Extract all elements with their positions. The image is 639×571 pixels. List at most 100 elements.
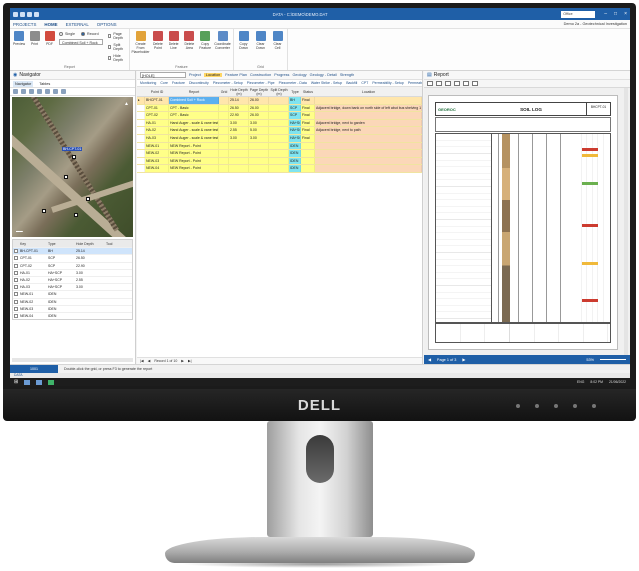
monitor-button[interactable] [554, 404, 558, 408]
hole-depth-cell[interactable]: 3.00 [229, 134, 249, 142]
status-cell[interactable] [301, 142, 315, 150]
status-cell[interactable]: Final [301, 112, 315, 119]
data-app-icon[interactable] [48, 379, 55, 385]
hole-depth-cell[interactable] [229, 157, 249, 165]
single-page-icon[interactable] [463, 81, 469, 86]
delete-line-button[interactable]: Delete Line [168, 31, 180, 50]
location-cell[interactable] [315, 157, 422, 165]
layers-icon[interactable] [53, 89, 58, 94]
point-id-cell[interactable]: NEW-01 [145, 142, 169, 150]
report-cell[interactable]: Hand Auger - scale & vane test [169, 119, 219, 127]
split-depth-cell[interactable] [269, 112, 289, 119]
split-depth-cell[interactable] [269, 165, 289, 172]
tab-projects[interactable]: PROJECTS [13, 22, 36, 27]
grid-row[interactable]: HA-02 Hand Auger - scale & vane test 2.55 5… [137, 127, 422, 135]
grid-subtab[interactable]: Permeability - Setup [372, 81, 404, 85]
grid-tab[interactable]: Construction [250, 73, 271, 77]
tab-data[interactable]: DATA [14, 373, 23, 377]
hole-depth-cell[interactable] [229, 150, 249, 157]
type-cell[interactable]: IDEN [289, 157, 301, 165]
multi-page-icon[interactable] [472, 81, 478, 86]
grid-subtab[interactable]: Piezometer - Pipe [247, 81, 275, 85]
location-cell[interactable] [315, 97, 422, 104]
grid-cell[interactable] [219, 142, 229, 150]
search-icon[interactable] [445, 81, 451, 86]
tab-tables[interactable]: Tables [39, 82, 50, 86]
row-checkbox[interactable] [14, 306, 18, 311]
type-cell[interactable]: IDEN [289, 150, 301, 157]
status-cell[interactable] [301, 165, 315, 172]
location-cell[interactable]: Adjacent bridge, down bank on north side… [315, 104, 422, 112]
status-cell[interactable] [301, 150, 315, 157]
split-depth-cell[interactable] [269, 119, 289, 127]
point-table-row[interactable]: HA-02 HA+SCP 2.55 [13, 275, 132, 283]
split-depth-cell[interactable] [269, 142, 289, 150]
page-depth-cell[interactable]: 5.00 [249, 127, 269, 134]
report-type-select[interactable]: Combined Soil + Rock [59, 39, 103, 45]
undo-icon[interactable] [27, 11, 32, 17]
prev-record-button[interactable]: ◀ [148, 359, 151, 363]
row-checkbox[interactable] [14, 270, 18, 275]
zoom-out-icon[interactable] [21, 89, 26, 94]
hole-depth-cell[interactable]: 22.90 [229, 112, 249, 119]
report-viewer[interactable]: GEOROC SOIL LOG BHCPT-01 [424, 88, 630, 355]
type-cell[interactable]: SCP [289, 112, 301, 119]
location-cell[interactable] [315, 134, 422, 142]
report-cell[interactable]: CPT - Basic [169, 104, 219, 112]
point-id-cell[interactable]: HA-02 [145, 127, 169, 134]
grid-row[interactable]: NEW-04 NEW Report - Point IDEN [137, 165, 422, 173]
report-cell[interactable]: CPT - Basic [169, 112, 219, 119]
row-indicator[interactable] [137, 134, 145, 142]
row-indicator[interactable] [137, 112, 145, 119]
hole-depth-cell[interactable]: 2.55 [229, 127, 249, 134]
maximize-button[interactable]: □ [614, 11, 617, 17]
page-depth-cell[interactable]: 26.00 [249, 112, 269, 119]
split-depth-cell[interactable] [269, 134, 289, 142]
row-indicator[interactable] [137, 142, 145, 150]
point-id-cell[interactable]: CPT-02 [145, 112, 169, 119]
next-record-button[interactable]: ▶ [181, 359, 184, 363]
first-page-icon[interactable] [454, 81, 460, 86]
zoom-in-icon[interactable] [13, 89, 18, 94]
type-cell[interactable]: HA+SCP [289, 134, 301, 142]
status-cell[interactable] [301, 157, 315, 165]
report-cell[interactable]: Hand Auger - scale & vane test [169, 134, 219, 142]
type-cell[interactable]: IDEN [289, 142, 301, 150]
grid-tab[interactable]: Progress [274, 73, 289, 77]
delete-area-button[interactable]: Delete Area [184, 31, 196, 50]
table-select[interactable]: [HOLE] [140, 72, 186, 78]
row-indicator[interactable] [137, 104, 145, 112]
grid-tab[interactable]: Feature Plan [225, 73, 247, 77]
report-cell[interactable]: Hand Auger - scale & vane test [169, 127, 219, 134]
minimize-button[interactable]: – [604, 11, 607, 17]
grid-cell[interactable] [219, 134, 229, 142]
grid-cell[interactable] [219, 150, 229, 157]
grid-row[interactable]: NEW-03 NEW Report - Point IDEN [137, 157, 422, 166]
split-depth-cell[interactable] [269, 150, 289, 157]
row-checkbox[interactable] [14, 299, 18, 304]
grid-row[interactable]: HA-03 Hand Auger - scale & vane test 3.00 3… [137, 134, 422, 143]
monitor-button[interactable] [535, 404, 539, 408]
grid-row[interactable]: NEW-01 NEW Report - Point IDEN [137, 142, 422, 151]
single-radio[interactable] [59, 32, 63, 36]
hole-depth-cell[interactable] [229, 165, 249, 172]
grid-row[interactable]: CPT-01 CPT - Basic 26.50 26.00 SCP Final Adjac… [137, 104, 422, 113]
location-cell[interactable]: Adjacent bridge, next to path [315, 127, 422, 134]
row-checkbox[interactable] [14, 256, 18, 261]
type-cell[interactable]: IDEN [289, 165, 301, 172]
horizontal-scrollbar[interactable] [12, 358, 133, 362]
grid-row[interactable]: CPT-02 CPT - Basic 22.90 26.00 SCP Final [137, 112, 422, 120]
point-id-cell[interactable]: NEW-02 [145, 150, 169, 157]
monitor-button[interactable] [573, 404, 577, 408]
point-id-cell[interactable]: BHCPT-01 [145, 97, 169, 104]
point-table-row[interactable]: CPT-02 SCP 22.90 [13, 261, 132, 269]
measure-icon[interactable] [45, 89, 50, 94]
windows-start-icon[interactable]: ⊞ [14, 379, 18, 385]
row-checkbox[interactable] [14, 285, 18, 290]
status-cell[interactable]: Final [301, 134, 315, 142]
type-cell[interactable]: BH [289, 97, 301, 104]
location-cell[interactable] [315, 165, 422, 172]
location-cell[interactable] [315, 142, 422, 150]
monitor-button[interactable] [516, 404, 520, 408]
preview-button[interactable]: Preview [13, 31, 25, 46]
